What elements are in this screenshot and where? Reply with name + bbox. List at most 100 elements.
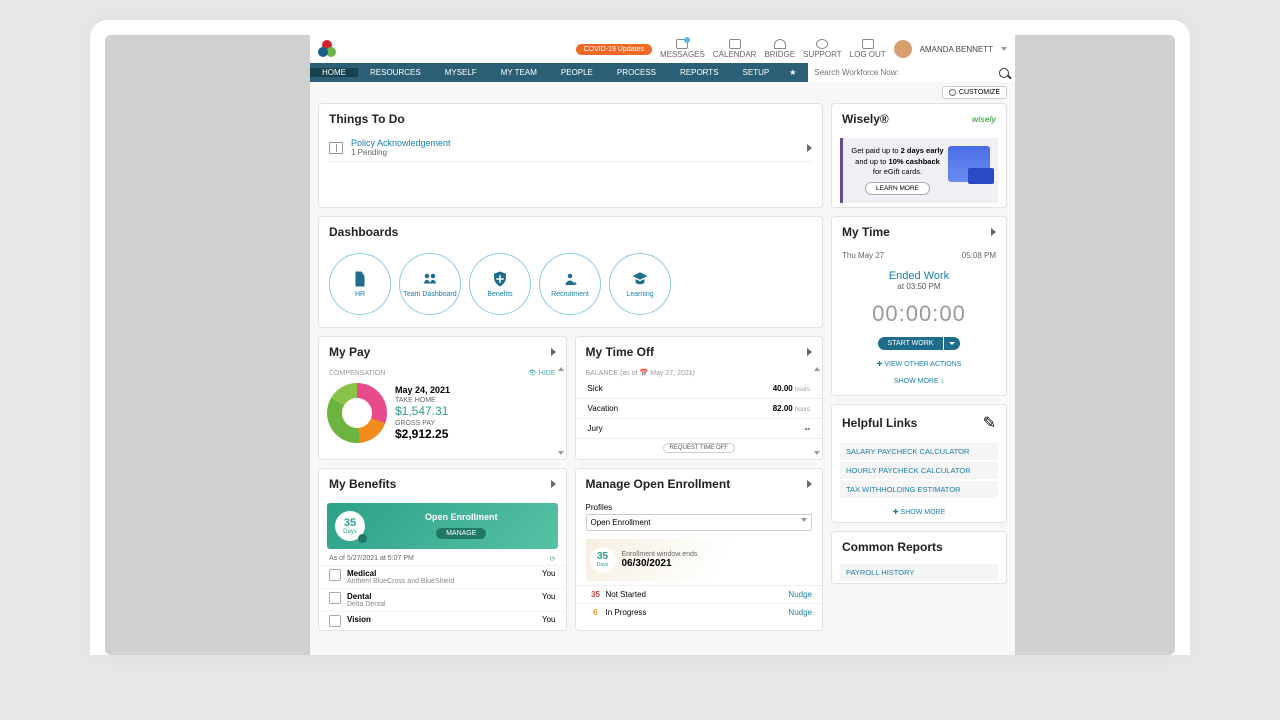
wisely-title: Wisely®: [842, 112, 889, 126]
dashboards-title: Dashboards: [329, 225, 398, 239]
dental-icon: [329, 592, 341, 604]
wisely-logo-icon: wisely: [972, 115, 996, 124]
nav-people[interactable]: PEOPLE: [549, 68, 605, 77]
enroll-stat-row: 35Not StartedNudge: [576, 585, 823, 603]
mytime-timer: 00:00:00: [842, 301, 996, 327]
chevron-right-icon[interactable]: [807, 480, 812, 488]
helpful-link[interactable]: SALARY PAYCHECK CALCULATOR: [840, 443, 998, 460]
balance-asof: BALANCE (as of 📅 May 27, 2021): [576, 367, 823, 379]
helpful-link[interactable]: TAX WITHHOLDING ESTIMATOR: [840, 481, 998, 498]
learn-more-button[interactable]: LEARN MORE: [865, 182, 930, 195]
dash-benefits[interactable]: Benefits: [469, 253, 531, 315]
chevron-down-icon[interactable]: [1001, 47, 1007, 51]
chevron-down-icon: [801, 518, 807, 527]
manage-enrollment-title: Manage Open Enrollment: [586, 477, 731, 491]
dash-recruitment[interactable]: Recruitment: [539, 253, 601, 315]
chevron-down-icon: [949, 342, 955, 345]
start-work-dropdown[interactable]: [944, 337, 960, 350]
bridge-icon[interactable]: BRIDGE: [764, 39, 795, 59]
manage-enrollment-card: Manage Open Enrollment Profiles Open Enr…: [575, 468, 824, 631]
refresh-icon[interactable]: ⟳: [550, 555, 556, 563]
profile-select[interactable]: Open Enrollment: [586, 514, 813, 531]
edit-icon[interactable]: ✎: [983, 413, 996, 433]
scrollbar[interactable]: [814, 367, 820, 455]
nudge-button[interactable]: Nudge: [788, 608, 812, 617]
common-reports-title: Common Reports: [842, 540, 943, 554]
my-pay-title: My Pay: [329, 345, 370, 359]
days-badge-icon: 35Days: [335, 511, 365, 541]
my-benefits-title: My Benefits: [329, 477, 396, 491]
support-icon[interactable]: SUPPORT: [803, 39, 842, 59]
favorite-icon[interactable]: ★: [781, 68, 804, 77]
pay-donut-chart: [327, 383, 387, 443]
manage-button[interactable]: MANAGE: [436, 528, 486, 539]
gross-pay-amount: $2,912.25: [395, 427, 450, 441]
search-icon[interactable]: [999, 68, 1009, 78]
mytime-at: at 03:50 PM: [842, 282, 996, 291]
avatar-icon[interactable]: [894, 40, 912, 58]
dash-hr[interactable]: HR: [329, 253, 391, 315]
balance-row: Jury--: [576, 419, 823, 439]
nav-home[interactable]: HOME: [310, 68, 358, 77]
nav-my-team[interactable]: MY TEAM: [489, 68, 549, 77]
covid-updates-button[interactable]: COVID-19 Updates: [576, 44, 652, 55]
mytime-status: Ended Work: [842, 270, 996, 282]
chevron-right-icon: [807, 144, 812, 152]
nav-myself[interactable]: MYSELF: [433, 68, 489, 77]
compensation-label: COMPENSATION: [329, 370, 385, 377]
show-more-links[interactable]: ✚ SHOW MORE: [832, 508, 1006, 522]
things-to-do-card: Things To Do Policy Acknowledgement 1 Pe…: [318, 103, 823, 208]
my-time-title: My Time: [842, 225, 890, 239]
common-reports-card: Common Reports PAYROLL HISTORY: [831, 531, 1007, 584]
chevron-right-icon[interactable]: [551, 480, 556, 488]
enrollment-banner: 35Days Enrollment window ends06/30/2021: [586, 539, 813, 581]
enroll-stat-row: 6In ProgressNudge: [576, 603, 823, 621]
nav-resources[interactable]: RESOURCES: [358, 68, 433, 77]
hide-button[interactable]: 👁 HIDE: [528, 369, 556, 377]
nav-process[interactable]: PROCESS: [605, 68, 668, 77]
my-time-card: My Time Thu May 2705:08 PM Ended Work at…: [831, 216, 1007, 396]
logout-icon[interactable]: LOG OUT: [850, 39, 886, 59]
show-more-button[interactable]: SHOW MORE ↓: [842, 378, 996, 385]
pay-date: May 24, 2021: [395, 385, 450, 395]
todo-item[interactable]: Policy Acknowledgement 1 Pending: [329, 134, 812, 162]
balance-row: Vacation82.00 hours: [576, 399, 823, 419]
calendar-icon[interactable]: CALENDAR: [713, 39, 757, 59]
my-time-off-title: My Time Off: [586, 345, 654, 359]
top-bar: COVID-19 Updates MESSAGES CALENDAR BRIDG…: [310, 35, 1015, 63]
my-pay-card: My Pay COMPENSATION👁 HIDE May 24, 2021 T…: [318, 336, 567, 460]
phone-card-icon: [948, 146, 990, 182]
todo-link[interactable]: Policy Acknowledgement: [351, 138, 799, 148]
main-nav: HOME RESOURCES MYSELF MY TEAM PEOPLE PRO…: [310, 63, 1015, 82]
nudge-button[interactable]: Nudge: [788, 590, 812, 599]
take-home-amount: $1,547.31: [395, 404, 450, 418]
request-time-off-button[interactable]: REQUEST TIME OFF: [663, 443, 735, 453]
wisely-text: Get paid up to 2 days early and up to 10…: [851, 146, 944, 195]
messages-icon[interactable]: MESSAGES: [660, 39, 705, 59]
vision-icon: [329, 615, 341, 627]
view-other-actions[interactable]: ✚ VIEW OTHER ACTIONS: [842, 360, 996, 368]
dash-learning[interactable]: Learning: [609, 253, 671, 315]
chevron-right-icon[interactable]: [551, 348, 556, 356]
start-work-button[interactable]: START WORK: [878, 337, 944, 350]
chevron-right-icon[interactable]: [991, 228, 996, 236]
benefit-line[interactable]: MedicalAnthem BlueCross and BlueShieldYo…: [319, 565, 566, 588]
benefit-line[interactable]: VisionYou: [319, 611, 566, 630]
nav-reports[interactable]: REPORTS: [668, 68, 731, 77]
helpful-links-title: Helpful Links: [842, 416, 917, 430]
helpful-link[interactable]: HOURLY PAYCHECK CALCULATOR: [840, 462, 998, 479]
dashboards-card: Dashboards HR Team Dashboard Benefits Re…: [318, 216, 823, 328]
benefit-line[interactable]: DentalDelta DentalYou: [319, 588, 566, 611]
customize-button[interactable]: CUSTOMIZE: [942, 86, 1007, 99]
report-link[interactable]: PAYROLL HISTORY: [840, 564, 998, 581]
user-name[interactable]: AMANDA BENNETT: [920, 45, 993, 54]
todo-sub: 1 Pending: [351, 148, 799, 157]
scrollbar[interactable]: [558, 367, 564, 455]
balance-row: Sick40.00 hours: [576, 379, 823, 399]
document-icon: [329, 142, 343, 154]
wisely-card: Wisely® wisely Get paid up to 2 days earl…: [831, 103, 1007, 208]
dash-team[interactable]: Team Dashboard: [399, 253, 461, 315]
search-input[interactable]: [814, 68, 999, 77]
nav-setup[interactable]: SETUP: [731, 68, 782, 77]
chevron-right-icon[interactable]: [807, 348, 812, 356]
